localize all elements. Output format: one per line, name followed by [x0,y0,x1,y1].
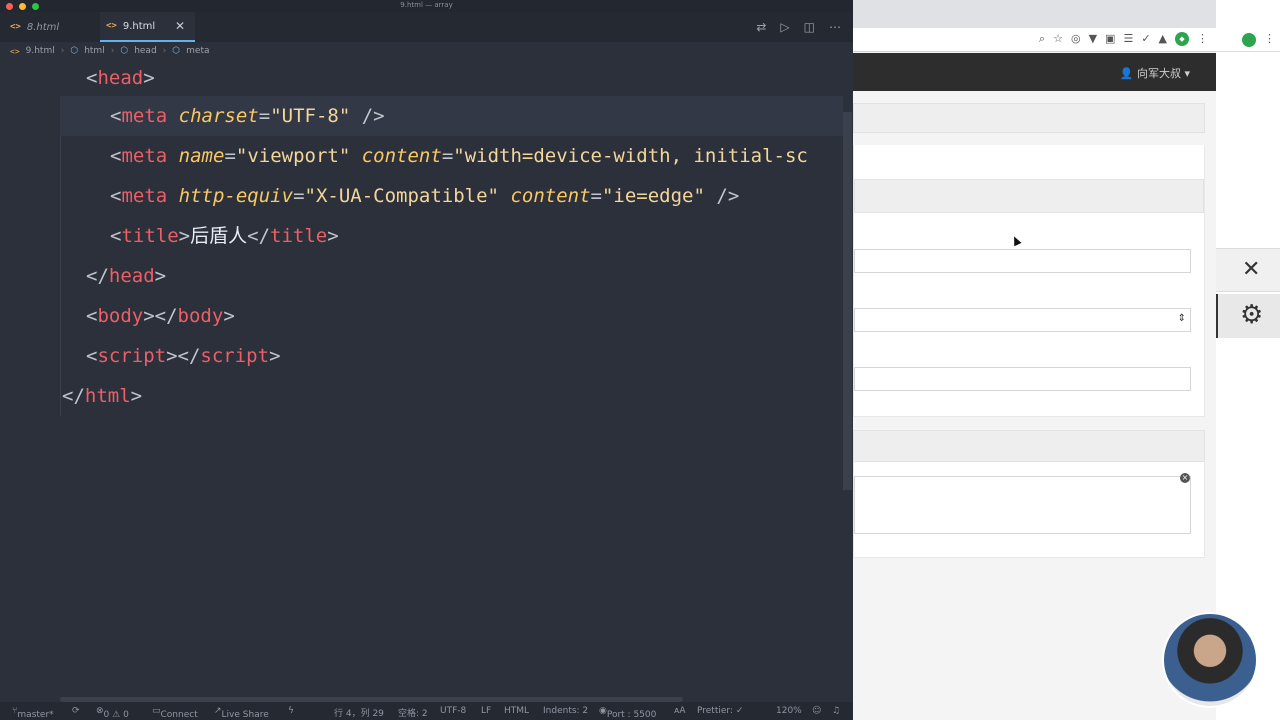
port-status[interactable]: ◉ Port : 5500 [599,706,656,720]
live-share-status[interactable]: ↗ Live Share [214,706,269,720]
close-icon: ✕ [1242,257,1261,282]
code-area[interactable]: <head> <meta charset="UTF-8" /> <meta na… [0,58,853,688]
code-brackets-icon: <> [106,21,117,31]
compare-changes-icon[interactable]: ⇄ [756,20,766,34]
presenter-webcam [1162,612,1258,708]
select-arrows-icon: ⇕ [1177,313,1186,324]
title-bar: 9.html — array [0,0,853,12]
textarea-field[interactable]: × [854,473,1191,534]
code-line: </html> [62,385,143,407]
code-line: <meta http-equiv="X-UA-Compatible" conte… [110,185,740,207]
textarea-panel: × [853,462,1205,558]
tab-bar: <> 8.html <> 9.html ✕ ⇄ ▷ ◫ ⋯ [0,12,853,42]
zoom-icon[interactable]: ⌕ [1039,32,1045,46]
extension-icons: ⌕ ☆ ◎ ▼ ▣ ☰ ✓ ▲ ◆ ⋮ [1039,32,1208,46]
branch-status[interactable]: ⑂ master* [12,706,54,720]
indents-status[interactable]: Indents: 2 [543,706,588,716]
indentation-status[interactable]: 空格: 2 [398,706,428,719]
code-brackets-icon: <> [10,22,21,32]
settings-button[interactable]: ⚙ [1216,294,1280,338]
extension-badge-icon[interactable] [1242,33,1256,47]
extension-icon[interactable]: ◎ [1071,32,1081,46]
code-editor-window: 9.html — array <> 8.html <> 9.html ✕ ⇄ ▷… [0,0,853,720]
breadcrumb: <> 9.html › ⬡ html › ⬡ head › ⬡ meta [10,44,210,58]
code-line: </head> [86,265,167,287]
form-panel: ⇕ [853,145,1205,417]
bolt-icon: ϟ [288,706,294,716]
browser-tab-strip [853,0,1216,28]
text-input[interactable] [854,249,1191,273]
extension-icon[interactable]: ☰ [1123,32,1133,46]
menu-icon[interactable]: ⋮ [1264,32,1275,45]
code-line: <script></script> [86,345,281,367]
tab-label: 9.html [122,20,156,32]
sync-icon[interactable]: ⟳ [72,706,80,716]
panel-heading [854,179,1204,213]
cube-icon: ⬡ [70,46,79,56]
split-editor-icon[interactable]: ◫ [804,20,815,34]
breadcrumb-item-html[interactable]: html [84,46,105,56]
more-actions-icon[interactable]: ⋯ [829,20,841,34]
code-line: <title>后盾人</title> [110,225,339,247]
user-menu[interactable]: 👤 向军大叔 ▾ [1120,65,1190,81]
star-icon[interactable]: ☆ [1053,32,1063,46]
eol-status[interactable]: LF [481,706,491,716]
code-line-active: <meta charset="UTF-8" /> [60,96,843,136]
tab-8-html[interactable]: <> 8.html [10,12,105,42]
browser-toolbar: ⌕ ☆ ◎ ▼ ▣ ☰ ✓ ▲ ◆ ⋮ [853,28,1216,52]
side-toolbar: ⋮ [1216,28,1280,52]
browser-window: ⌕ ☆ ◎ ▼ ▣ ☰ ✓ ▲ ◆ ⋮ 👤 向军大叔 ▾ ⇕ × [853,0,1216,720]
close-icon[interactable]: ✕ [175,19,185,33]
encoding-status[interactable]: UTF-8 [440,706,466,716]
site-navbar: 👤 向军大叔 ▾ [853,53,1216,91]
feedback-icon[interactable]: ☺ [812,706,821,716]
text-input[interactable] [854,367,1191,391]
vue-icon[interactable]: ▼ [1089,32,1097,46]
tab-label: 8.html [26,21,60,33]
extension-icon[interactable]: ✓ [1141,32,1150,46]
window-title: 9.html — array [400,1,453,9]
extension-icon[interactable]: ▲ [1159,32,1167,46]
cube-icon: ⬡ [172,46,181,56]
language-status[interactable]: HTML [504,706,529,716]
tab-9-html[interactable]: <> 9.html ✕ [100,12,195,42]
code-line: <head> [86,67,155,89]
bell-icon[interactable]: ♫ [832,706,840,716]
cursor-position[interactable]: 行 4，列 29 [334,706,384,719]
chevron-right-icon: › [110,46,115,56]
indent-guide [60,96,61,416]
prettier-status[interactable]: Prettier: ✓ [697,706,743,716]
chevron-right-icon: › [60,46,65,56]
breadcrumb-item-file[interactable]: 9.html [26,46,55,56]
clear-icon[interactable]: × [1180,473,1190,483]
run-icon[interactable]: ▷ [780,20,789,34]
status-bar: ⑂ master* ⟳ ⊗ 0 ⚠ 0 ▭ Connect ↗ Live Sha… [0,702,853,720]
editor-actions: ⇄ ▷ ◫ ⋯ [756,12,841,42]
extension-icon[interactable]: ▣ [1105,32,1115,46]
code-line: <meta name="viewport" content="width=dev… [110,145,808,167]
chevron-right-icon: › [162,46,167,56]
panel-heading [853,103,1205,133]
problems-status[interactable]: ⊗ 0 ⚠ 0 [96,706,129,720]
extension-badge-icon[interactable]: ◆ [1175,32,1189,46]
menu-icon[interactable]: ⋮ [1197,32,1208,46]
breadcrumb-item-meta[interactable]: meta [186,46,209,56]
select-field[interactable]: ⇕ [854,308,1191,332]
breadcrumb-item-head[interactable]: head [134,46,156,56]
close-panel-button[interactable]: ✕ [1216,248,1280,292]
side-panel: ⋮ ✕ ⚙ [1216,0,1280,720]
panel-heading [853,430,1205,462]
font-icon: ᴀA [674,706,686,716]
connect-status[interactable]: ▭ Connect [152,706,198,720]
zoom-status[interactable]: 120% [776,706,802,716]
cube-icon: ⬡ [120,46,129,56]
vertical-scrollbar[interactable] [843,112,852,490]
code-brackets-icon: <> [10,46,20,56]
code-line: <body></body> [86,305,235,327]
gear-icon: ⚙ [1240,300,1264,330]
